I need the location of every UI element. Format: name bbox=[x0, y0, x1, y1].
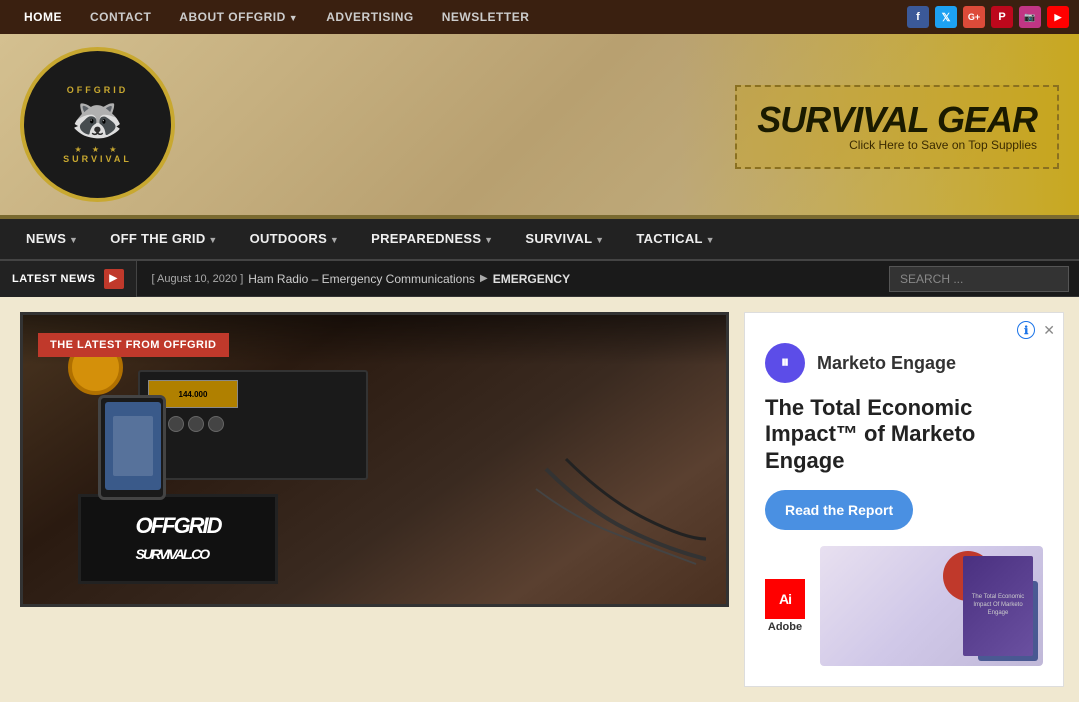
featured-image: OFFGRIDSURVIVAL.co 144.000 bbox=[23, 315, 726, 604]
ad-logo-area: ⏸ Marketo Engage bbox=[765, 343, 1043, 383]
sidebar: ℹ ✕ ⏸ Marketo Engage The Total Economic … bbox=[744, 312, 1064, 687]
instagram-icon[interactable]: 📷 bbox=[1019, 6, 1041, 28]
battery-box: OFFGRIDSURVIVAL.co bbox=[78, 494, 278, 584]
news-date: [ August 10, 2020 ] bbox=[152, 273, 244, 285]
main-content: THE LATEST FROM OFFGRID OFFGRIDSURVIVAL.… bbox=[20, 312, 729, 687]
ad-container: ℹ ✕ ⏸ Marketo Engage The Total Economic … bbox=[744, 312, 1064, 687]
latest-news-label: LATEST NEWS ▶ bbox=[0, 261, 137, 297]
logo-text-survival: SURVIVAL bbox=[63, 154, 132, 164]
mainnav-preparedness[interactable]: PREPAREDNESS bbox=[355, 218, 509, 261]
survival-gear-title: SURVIVAL GEAR bbox=[757, 102, 1037, 138]
ad-info-icon[interactable]: ℹ bbox=[1017, 321, 1035, 339]
adobe-logo: Ai Adobe bbox=[765, 579, 805, 633]
site-header: OFFGRID 🦝 ★ ★ ★ SURVIVAL SURVIVAL GEAR C… bbox=[0, 34, 1079, 219]
ad-book-visual: The Total Economic Impact Of Marketo Eng… bbox=[820, 546, 1043, 666]
search-input[interactable] bbox=[889, 266, 1069, 292]
search-bar bbox=[879, 266, 1079, 292]
social-icons: f 𝕏 G+ P 📷 ▶ bbox=[907, 6, 1069, 28]
logo-inner: OFFGRID 🦝 ★ ★ ★ SURVIVAL bbox=[63, 85, 132, 164]
content-area: THE LATEST FROM OFFGRID OFFGRIDSURVIVAL.… bbox=[0, 297, 1079, 702]
site-logo[interactable]: OFFGRID 🦝 ★ ★ ★ SURVIVAL bbox=[20, 47, 175, 202]
latest-news-arrow[interactable]: ▶ bbox=[104, 269, 124, 289]
logo-area[interactable]: OFFGRID 🦝 ★ ★ ★ SURVIVAL bbox=[0, 37, 195, 212]
radio-transceiver: 144.000 bbox=[138, 370, 368, 480]
header-ad-banner[interactable]: SURVIVAL GEAR Click Here to Save on Top … bbox=[679, 34, 1079, 219]
ad-headline: The Total Economic Impact™ of Marketo En… bbox=[765, 395, 1043, 474]
mainnav-news[interactable]: NEWS bbox=[10, 218, 94, 261]
twitter-icon[interactable]: 𝕏 bbox=[935, 6, 957, 28]
mainnav-offthegrid[interactable]: OFF THE GRID bbox=[94, 218, 233, 261]
mainnav-tactical[interactable]: TACTICAL bbox=[620, 218, 730, 261]
top-nav-links: HOME CONTACT ABOUT OFFGRID ADVERTISING N… bbox=[10, 0, 907, 35]
featured-badge: THE LATEST FROM OFFGRID bbox=[38, 333, 229, 357]
ad-close-icon[interactable]: ✕ bbox=[1043, 321, 1055, 339]
mainnav-survival[interactable]: SURVIVAL bbox=[509, 218, 620, 261]
googleplus-icon[interactable]: G+ bbox=[963, 6, 985, 28]
top-nav: HOME CONTACT ABOUT OFFGRID ADVERTISING N… bbox=[0, 0, 1079, 34]
book-cover-text: The Total Economic Impact Of Marketo Eng… bbox=[968, 594, 1028, 617]
logo-mascot-icon: 🦝 bbox=[63, 99, 132, 141]
adobe-icon: Ai bbox=[765, 579, 805, 619]
survival-gear-banner[interactable]: SURVIVAL GEAR Click Here to Save on Top … bbox=[735, 85, 1059, 169]
main-nav: NEWS OFF THE GRID OUTDOORS PREPAREDNESS … bbox=[0, 219, 1079, 261]
ad-controls: ℹ ✕ bbox=[1017, 321, 1055, 339]
featured-image-container: THE LATEST FROM OFFGRID OFFGRIDSURVIVAL.… bbox=[20, 312, 729, 607]
ad-bottom-row: Ai Adobe The Total Economic Impact Of Ma… bbox=[765, 546, 1043, 666]
radio-equipment-visual: OFFGRIDSURVIVAL.co 144.000 bbox=[23, 315, 726, 604]
news-category-arrow: ▶ bbox=[480, 273, 488, 284]
nav-advertising[interactable]: ADVERTISING bbox=[312, 0, 428, 35]
youtube-icon[interactable]: ▶ bbox=[1047, 6, 1069, 28]
facebook-icon[interactable]: f bbox=[907, 6, 929, 28]
nav-home[interactable]: HOME bbox=[10, 0, 76, 35]
news-title[interactable]: Ham Radio – Emergency Communications bbox=[248, 272, 475, 286]
logo-text-offgrid: OFFGRID bbox=[63, 85, 132, 95]
pinterest-icon[interactable]: P bbox=[991, 6, 1013, 28]
nav-contact[interactable]: CONTACT bbox=[76, 0, 165, 35]
marketo-icon: ⏸ bbox=[765, 343, 805, 383]
nav-newsletter[interactable]: NEWSLETTER bbox=[428, 0, 544, 35]
logo-stars: ★ ★ ★ bbox=[63, 145, 132, 154]
nav-about[interactable]: ABOUT OFFGRID bbox=[165, 0, 312, 35]
adobe-label: Adobe bbox=[768, 621, 802, 633]
phone-device bbox=[98, 395, 166, 500]
mainnav-outdoors[interactable]: OUTDOORS bbox=[234, 218, 356, 261]
book-cover: The Total Economic Impact Of Marketo Eng… bbox=[963, 556, 1033, 656]
latest-news-content: [ August 10, 2020 ] Ham Radio – Emergenc… bbox=[137, 272, 879, 286]
latest-news-text: LATEST NEWS bbox=[12, 273, 96, 285]
latest-news-bar: LATEST NEWS ▶ [ August 10, 2020 ] Ham Ra… bbox=[0, 261, 1079, 297]
cables-visual bbox=[526, 449, 706, 574]
ad-brand-name: Marketo Engage bbox=[817, 353, 956, 374]
news-category[interactable]: EMERGENCY bbox=[493, 272, 570, 286]
survival-gear-subtitle: Click Here to Save on Top Supplies bbox=[757, 138, 1037, 152]
ad-cta-button[interactable]: Read the Report bbox=[765, 490, 913, 530]
